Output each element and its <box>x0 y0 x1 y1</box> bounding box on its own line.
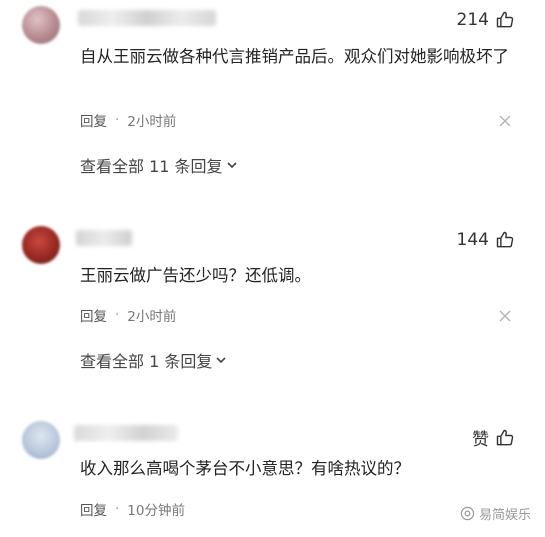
chevron-down-icon <box>216 357 226 364</box>
timestamp: 2小时前 <box>127 309 177 325</box>
like-count: 214 <box>456 10 489 30</box>
watermark-logo-icon <box>460 506 475 521</box>
avatar[interactable] <box>22 6 60 44</box>
reply-button[interactable]: 回复 <box>80 305 107 325</box>
view-all-replies[interactable]: 查看全部 11 条回复 <box>80 153 239 177</box>
separator-dot: · <box>115 501 120 517</box>
thumb-up-icon <box>496 429 514 445</box>
view-all-replies[interactable]: 查看全部 1 条回复 <box>80 348 228 372</box>
like-button[interactable]: 144 <box>457 230 515 250</box>
like-count: 144 <box>456 230 489 250</box>
username-blurred[interactable] <box>76 230 132 246</box>
like-button[interactable]: 赞 <box>472 425 515 450</box>
username-blurred[interactable] <box>78 10 216 26</box>
watermark-text: 易简娱乐 <box>478 508 531 523</box>
like-label: 赞 <box>472 430 489 450</box>
avatar[interactable] <box>22 421 60 459</box>
comment-text: 收入那么高喝个茅台不小意思？有啥热议的？ <box>80 459 410 478</box>
timestamp: 10分钟前 <box>127 503 185 519</box>
reply-button[interactable]: 回复 <box>80 499 107 519</box>
reply-button[interactable]: 回复 <box>80 110 107 130</box>
thumb-up-icon <box>496 11 514 28</box>
view-all-replies-label: 查看全部 1 条回复 <box>80 352 213 371</box>
comment-meta: 回复 · 2小时前 <box>80 110 176 130</box>
chevron-down-icon <box>226 162 237 169</box>
timestamp: 2小时前 <box>127 114 177 130</box>
separator-dot: · <box>115 112 120 128</box>
comment-1: 214 自从王丽云做各种代言推销产品后。观众们对她影响极坏了 回复 · 2小时前… <box>0 0 545 200</box>
thumb-up-icon <box>496 231 514 248</box>
view-all-replies-label: 查看全部 11 条回复 <box>80 157 223 176</box>
comment-meta: 回复 · 10分钟前 <box>80 499 185 519</box>
close-icon[interactable] <box>499 115 511 127</box>
separator-dot: · <box>115 307 120 323</box>
comment-text: 王丽云做广告还少吗？还低调。 <box>80 266 311 285</box>
like-button[interactable]: 214 <box>457 10 515 30</box>
close-icon[interactable] <box>499 310 511 322</box>
avatar[interactable] <box>22 226 60 264</box>
username-blurred[interactable] <box>74 425 178 441</box>
comment-2: 144 王丽云做广告还少吗？还低调。 回复 · 2小时前 查看全部 1 条回复 <box>0 220 545 400</box>
comment-meta: 回复 · 2小时前 <box>80 305 176 325</box>
watermark: 易简娱乐 <box>460 504 531 523</box>
comment-text: 自从王丽云做各种代言推销产品后。观众们对她影响极坏了 <box>80 47 509 66</box>
